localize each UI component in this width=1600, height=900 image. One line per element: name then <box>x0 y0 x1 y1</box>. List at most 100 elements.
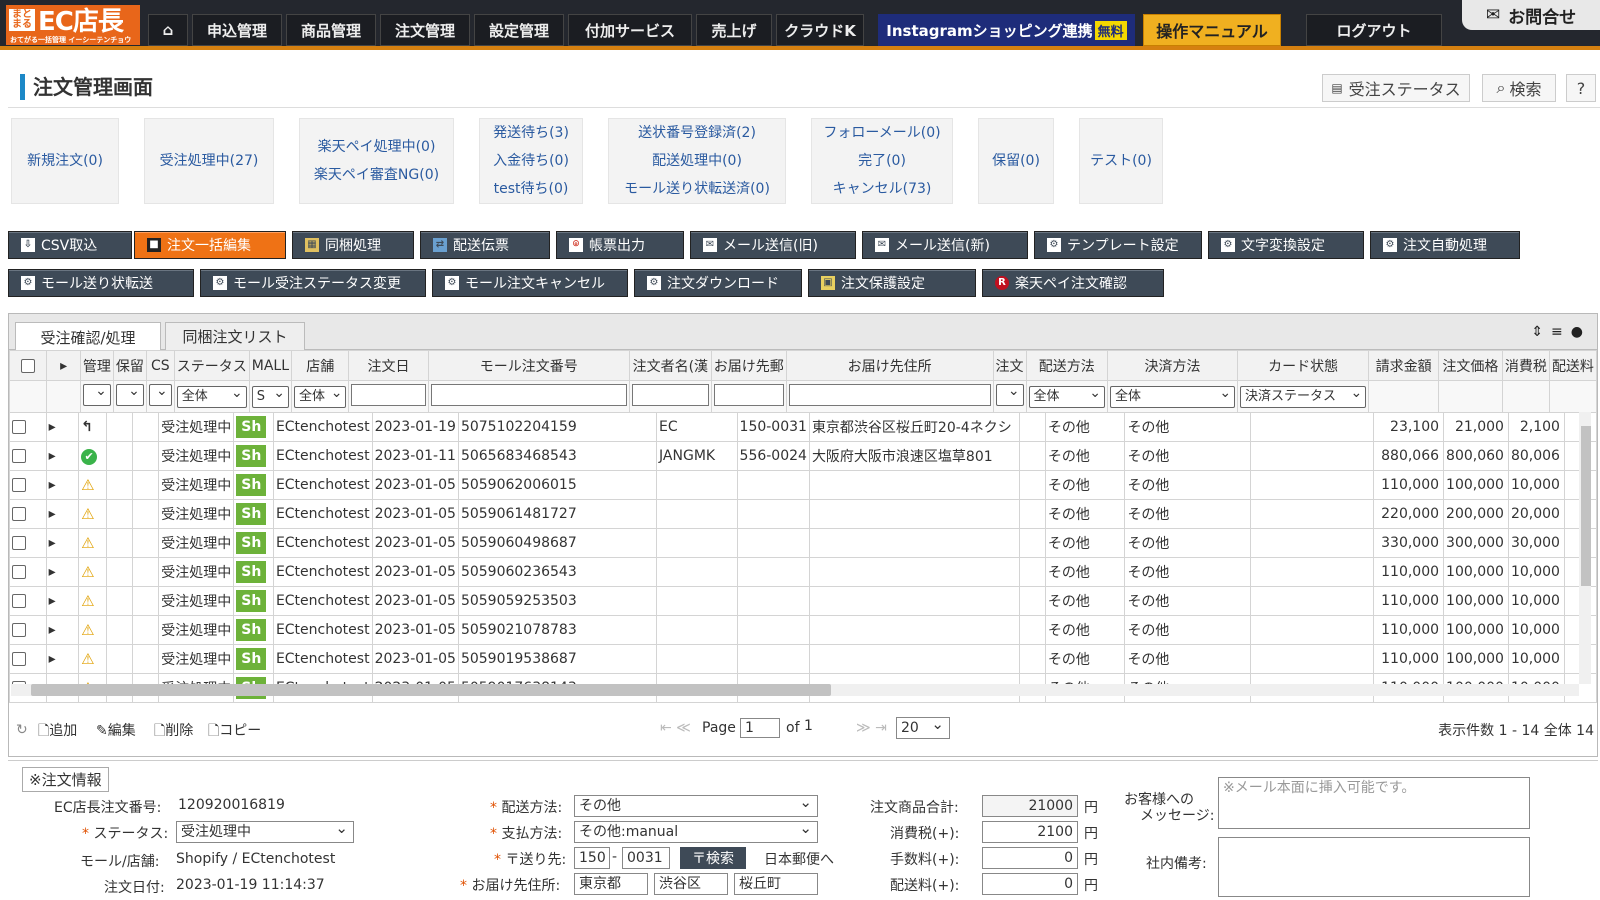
search-button[interactable]: ⌕ 検索 <box>1482 74 1556 102</box>
report-output-button[interactable]: ⌾ 帳票出力 <box>556 231 684 259</box>
filter-hold[interactable] <box>112 380 147 413</box>
manual-button[interactable]: 操作マニュアル <box>1143 14 1281 46</box>
filter-shipping[interactable]: 全体 <box>1025 380 1108 413</box>
filter-address[interactable] <box>785 380 994 413</box>
header-manage[interactable]: 管理 <box>79 350 114 381</box>
vertical-scroll-thumb[interactable] <box>1581 426 1591 586</box>
nav-addon[interactable]: 付加サービス <box>568 14 692 46</box>
status-new[interactable]: 新規注文(0) <box>11 118 119 204</box>
header-bill[interactable]: 請求金額 <box>1368 350 1439 381</box>
help-button[interactable]: ? <box>1566 74 1596 102</box>
status-processing-label[interactable]: 受注処理中(27) <box>160 147 259 175</box>
status-complete[interactable]: フォローメール(0) 完了(0) キャンセル(73) <box>811 118 953 204</box>
row-expand-icon[interactable]: ▸ <box>45 499 80 529</box>
table-row[interactable]: ▸ ⚠ 受注処理中 Sh ECtenchotest 2023-01-05 505901953… <box>9 644 1598 674</box>
header-shop[interactable]: 店舗 <box>291 350 350 381</box>
status-processing[interactable]: 受注処理中(27) <box>144 118 274 204</box>
ship-method-select[interactable]: その他 <box>574 795 818 817</box>
customer-message-textarea[interactable]: ※メール本面に挿入可能です。 <box>1218 777 1530 829</box>
table-row[interactable]: ▸ ⚠ 受注処理中 Sh ECtenchotest 2023-01-05 505906049… <box>9 528 1598 558</box>
status-test[interactable]: テスト(0) <box>1079 118 1163 204</box>
filter-date[interactable] <box>348 380 429 413</box>
tab-bundle-list[interactable]: 同梱注文リスト <box>165 322 305 350</box>
menu-icon[interactable]: ≡ <box>1551 324 1571 340</box>
page-input[interactable]: 1 <box>740 718 780 738</box>
order-download-button[interactable]: ⚙ 注文ダウンロード <box>634 269 802 297</box>
mall-cancel-button[interactable]: ⚙ モール注文キャンセル <box>432 269 628 297</box>
filter-mall[interactable]: S <box>248 380 293 413</box>
filter-card[interactable]: 決済ステータス <box>1237 380 1370 413</box>
nav-products[interactable]: 商品管理 <box>286 14 376 46</box>
app-logo[interactable]: まとまる EC店長 おてがる一括管理 イーシーテンチョウ <box>6 5 140 45</box>
delete-button[interactable]: 🗋削除 <box>154 720 193 744</box>
auto-process-button[interactable]: ⚙ 注文自動処理 <box>1370 231 1520 259</box>
table-row[interactable]: ▸ ↰ 受注処理中 Sh ECtenchotest 2023-01-19 507510220… <box>9 412 1598 442</box>
header-mall-order-no[interactable]: モール注文番号 <box>427 350 630 381</box>
row-checkbox[interactable] <box>9 615 47 645</box>
shipping-fee-input[interactable]: 0 <box>982 873 1078 895</box>
status-done[interactable]: 完了(0) <box>858 147 906 175</box>
instagram-link-button[interactable]: Instagramショッピング連携 無料 <box>878 14 1135 46</box>
refresh-icon[interactable]: ↻ <box>16 722 28 738</box>
header-shipping-fee[interactable]: 配送料 <box>1548 350 1598 381</box>
mail-new-button[interactable]: ✉ メール送信(新) <box>862 231 1028 259</box>
filter-shop[interactable]: 全体 <box>291 380 350 413</box>
status-test-label[interactable]: テスト(0) <box>1090 147 1152 175</box>
status-cancel[interactable]: キャンセル(73) <box>833 175 932 203</box>
filter-note[interactable] <box>992 380 1027 413</box>
nav-apply[interactable]: 申込管理 <box>192 14 282 46</box>
filter-manage[interactable] <box>79 380 114 413</box>
header-payment-method[interactable]: 決済方法 <box>1106 350 1239 381</box>
tax-input[interactable]: 2100 <box>982 821 1078 843</box>
status-followmail[interactable]: フォローメール(0) <box>823 119 940 147</box>
jp-post-link[interactable]: 日本郵便へ <box>764 849 834 869</box>
header-note[interactable]: 注文 <box>992 350 1027 381</box>
row-expand-icon[interactable]: ▸ <box>45 557 80 587</box>
row-expand-icon[interactable]: ▸ <box>45 615 80 645</box>
shipping-slip-button[interactable]: ⇄ 配送伝票 <box>420 231 550 259</box>
pref-input[interactable]: 東京都 <box>574 873 648 895</box>
status-payment-wait[interactable]: 入金待ち(0) <box>493 147 569 175</box>
status-tracking-registered[interactable]: 送状番号登録済(2) <box>638 119 756 147</box>
nav-cloud[interactable]: クラウドK <box>776 14 864 46</box>
header-card-status[interactable]: カード状態 <box>1237 350 1370 381</box>
row-expand-icon[interactable]: ▸ <box>45 441 80 471</box>
nav-sales[interactable]: 売上げ <box>696 14 772 46</box>
header-zip[interactable]: お届け先郵 <box>710 350 787 381</box>
row-checkbox[interactable] <box>9 499 47 529</box>
header-tax[interactable]: 消費税 <box>1501 350 1550 381</box>
zip1-input[interactable]: 150 <box>574 847 610 869</box>
collapse-icon[interactable]: ● <box>1571 324 1591 340</box>
template-settings-button[interactable]: ⚙ テンプレート設定 <box>1034 231 1202 259</box>
row-expand-icon[interactable]: ▸ <box>45 586 80 616</box>
grid-options[interactable]: ⇕≡● <box>1531 324 1591 340</box>
header-address[interactable]: お届け先住所 <box>785 350 994 381</box>
status-shipping[interactable]: 送状番号登録済(2) 配送処理中(0) モール送り状転送済(0) <box>608 118 786 204</box>
header-cs[interactable]: CS <box>145 350 175 381</box>
status-waiting[interactable]: 発送待ち(3) 入金待ち(0) test待ち(0) <box>479 118 583 204</box>
horizontal-scroll-thumb[interactable] <box>31 684 831 696</box>
row-expand-icon[interactable]: ▸ <box>45 644 80 674</box>
table-row[interactable]: ▸ ✔ 受注処理中 Sh ECtenchotest 2023-01-11 506568346… <box>9 441 1598 471</box>
row-expand-icon[interactable]: ▸ <box>45 470 80 500</box>
order-status-button[interactable]: ▤ 受注ステータス <box>1322 74 1470 102</box>
status-hold[interactable]: 保留(0) <box>978 118 1054 204</box>
filter-name[interactable] <box>628 380 712 413</box>
row-expand-icon[interactable]: ▸ <box>45 412 80 442</box>
edit-button[interactable]: ✎編集 <box>96 720 136 740</box>
nav-settings[interactable]: 設定管理 <box>474 14 564 46</box>
header-mall[interactable]: MALL <box>248 350 293 381</box>
next-last-page-icon[interactable]: ≫ ⇥ <box>856 720 887 736</box>
row-checkbox[interactable] <box>9 412 47 442</box>
row-checkbox[interactable] <box>9 441 47 471</box>
table-row[interactable]: ▸ ⚠ 受注処理中 Sh ECtenchotest 2023-01-05 505905925… <box>9 586 1598 616</box>
header-status[interactable]: ステータス <box>173 350 250 381</box>
header-select-all[interactable] <box>8 350 48 381</box>
nav-orders[interactable]: 注文管理 <box>380 14 470 46</box>
status-rakutenpay-ng[interactable]: 楽天ペイ審査NG(0) <box>314 161 439 189</box>
filter-cs[interactable] <box>145 380 175 413</box>
header-order-date[interactable]: 注文日 <box>348 350 429 381</box>
status-test-wait[interactable]: test待ち(0) <box>494 175 569 203</box>
internal-memo-textarea[interactable] <box>1218 837 1530 897</box>
fee-input[interactable]: 0 <box>982 847 1078 869</box>
